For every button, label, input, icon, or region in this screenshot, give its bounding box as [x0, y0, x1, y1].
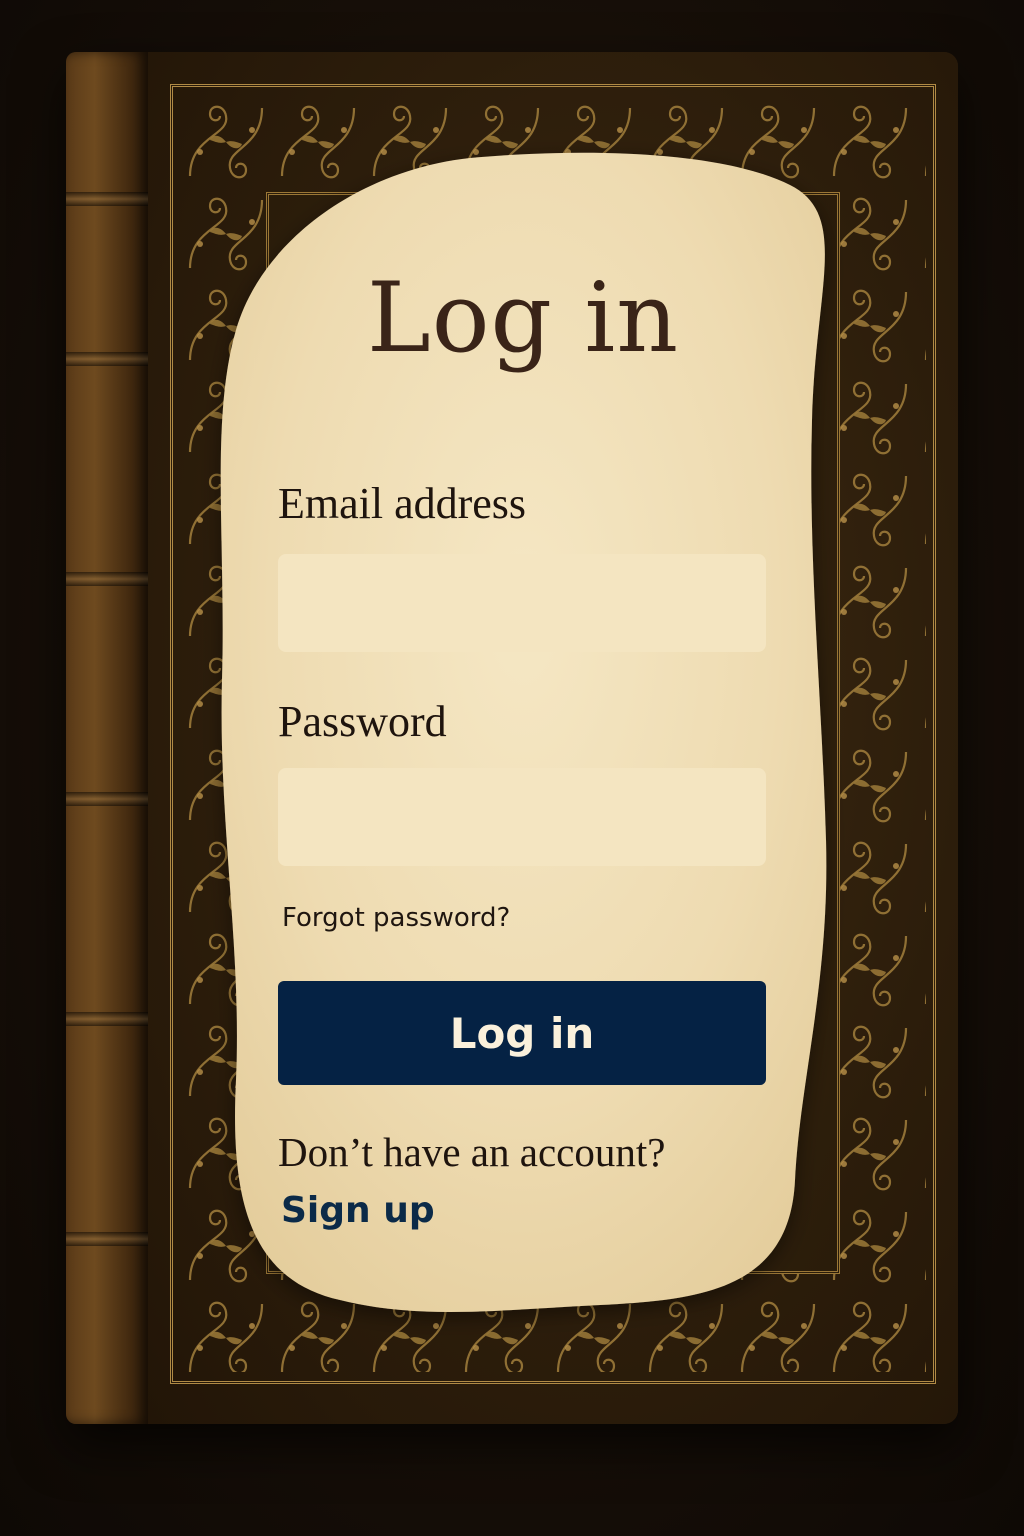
login-button[interactable]: Log in: [278, 981, 766, 1085]
login-card: Log in Email address Password Forgot pas…: [0, 0, 1024, 1536]
screen-background: Log in Email address Password Forgot pas…: [0, 0, 1024, 1536]
password-label: Password: [278, 697, 447, 746]
signup-link[interactable]: Sign up: [281, 1190, 435, 1231]
forgot-password-link[interactable]: Forgot password?: [282, 903, 510, 933]
page-title: Log in: [366, 262, 680, 374]
no-account-text: Don’t have an account?: [278, 1129, 666, 1175]
email-field[interactable]: [278, 554, 766, 652]
email-label: Email address: [278, 479, 527, 528]
password-field[interactable]: [278, 768, 766, 866]
